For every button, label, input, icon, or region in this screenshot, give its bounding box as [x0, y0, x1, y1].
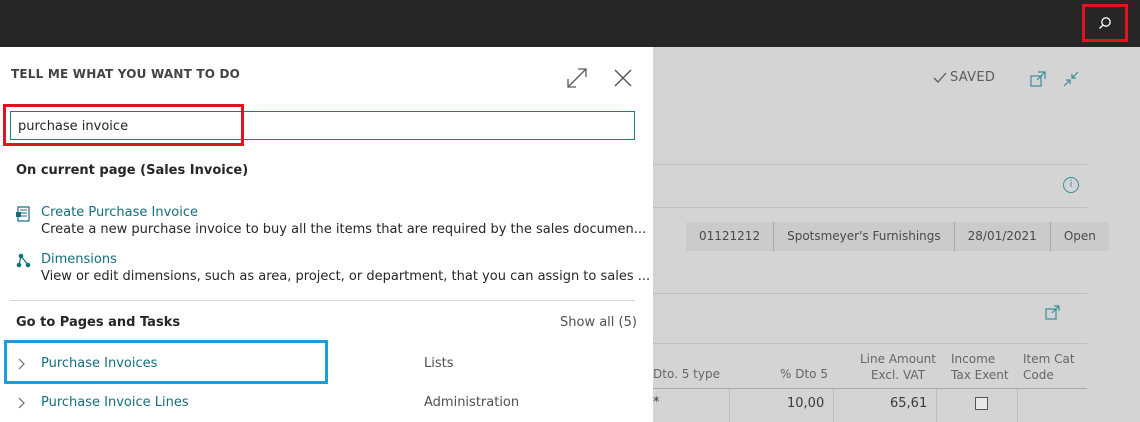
result-description: Create a new purchase invoice to buy all… [41, 222, 647, 237]
panel-title: TELL ME WHAT YOU WANT TO DO [11, 67, 241, 81]
result-dimensions[interactable]: Dimensions View or edit dimensions, such… [16, 252, 650, 288]
close-icon[interactable] [612, 67, 634, 89]
table-header-divider [653, 388, 1087, 389]
divider [653, 164, 1087, 165]
tell-me-panel: TELL ME WHAT YOU WANT TO DO On current p… [0, 47, 653, 422]
header-summary-chips: 01121212 Spotsmeyer's Furnishings 28/01/… [686, 222, 1109, 251]
page-result-label[interactable]: Purchase Invoices [41, 356, 157, 371]
search-field[interactable] [10, 111, 635, 140]
result-create-purchase-invoice[interactable]: Create Purchase Invoice Create a new pur… [16, 205, 646, 241]
page-result-purchase-invoices[interactable]: Purchase Invoices Lists [0, 349, 653, 379]
chevron-right-icon [18, 358, 25, 370]
search-icon [1099, 17, 1111, 29]
sales-invoice-page-background: SAVED i 01121212 Spotsmeyer's Furnishing… [653, 47, 1140, 422]
search-input[interactable] [18, 117, 618, 135]
page-result-purchase-invoice-lines[interactable]: Purchase Invoice Lines Administration [0, 388, 653, 418]
result-title[interactable]: Create Purchase Invoice [41, 205, 198, 220]
column-header-income-tax-exent[interactable]: Income Tax Exent [951, 351, 1009, 383]
cell-border [833, 389, 834, 422]
result-title[interactable]: Dimensions [41, 252, 117, 267]
column-header-item-cat-code[interactable]: Item Cat Code [1023, 351, 1075, 383]
customer-name: Spotsmeyer's Furnishings [774, 222, 955, 251]
section-title-pages-and-tasks: Go to Pages and Tasks [16, 315, 181, 330]
cell-border [1017, 389, 1018, 422]
saved-status: SAVED [933, 70, 995, 85]
document-number: 01121212 [686, 222, 775, 251]
document-icon [16, 206, 30, 222]
document-status: Open [1050, 222, 1109, 251]
section-title-current-page: On current page (Sales Invoice) [16, 163, 249, 178]
column-header-line-amount[interactable]: Line Amount Excl. VAT [860, 351, 936, 383]
column-header-pct-dto5[interactable]: % Dto 5 [780, 366, 828, 382]
page-result-label[interactable]: Purchase Invoice Lines [41, 395, 189, 410]
divider [653, 293, 1087, 294]
cell-dto5-type[interactable]: * [653, 395, 660, 410]
divider [653, 207, 1087, 208]
info-icon[interactable]: i [1063, 177, 1079, 193]
cell-pct-dto5[interactable]: 10,00 [787, 396, 824, 411]
open-lines-icon[interactable] [1045, 305, 1060, 320]
dimensions-icon [16, 253, 31, 268]
saved-label: SAVED [950, 70, 996, 85]
page-result-category: Lists [424, 356, 454, 371]
search-button[interactable] [1082, 4, 1128, 42]
show-all-link[interactable]: Show all (5) [560, 315, 637, 330]
section-divider [10, 300, 635, 301]
page-result-category: Administration [424, 395, 520, 410]
income-tax-exent-checkbox[interactable] [975, 397, 988, 410]
result-description: View or edit dimensions, such as area, p… [41, 269, 651, 284]
open-new-window-icon[interactable] [1030, 71, 1046, 87]
collapse-icon[interactable] [1063, 71, 1079, 87]
checkmark-icon [933, 72, 947, 83]
cell-border [729, 389, 730, 422]
expand-icon[interactable] [566, 67, 588, 89]
divider [653, 343, 1087, 344]
cell-border [936, 389, 937, 422]
chevron-right-icon [18, 397, 25, 409]
cell-line-amount[interactable]: 65,61 [890, 396, 927, 411]
document-date: 28/01/2021 [954, 222, 1051, 251]
column-header-dto5-type[interactable]: Dto. 5 type [653, 366, 720, 382]
top-bar [0, 0, 1140, 47]
